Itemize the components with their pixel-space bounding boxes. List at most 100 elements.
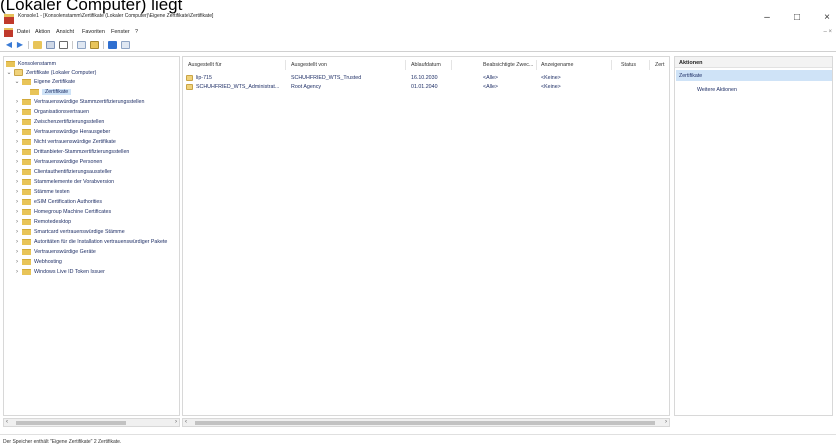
certificate-list[interactable]: Ausgestellt für Ausgestellt von Ablaufda… bbox=[182, 56, 670, 416]
menu-fenster[interactable]: Fenster bbox=[111, 29, 130, 35]
tree-item-store[interactable]: › Nicht vertrauenswürdige Zertifikate bbox=[14, 137, 116, 146]
tree-item-label: Stammelemente der Vorabversion bbox=[34, 178, 115, 185]
tree-item-zertifikate-lokal[interactable]: ⌄ Zertifikate (Lokaler Computer) bbox=[6, 68, 96, 77]
menu-bar: Datei Aktion Ansicht Favoriten Fenster ?… bbox=[0, 27, 836, 38]
menu-help[interactable]: ? bbox=[135, 29, 138, 35]
window-title: Konsole1 - [Konsolenstamm\Zertifikate (L… bbox=[18, 13, 214, 19]
column-header-ausgestellt-fuer[interactable]: Ausgestellt für bbox=[188, 62, 222, 68]
tree-item-store[interactable]: › Vertrauenswürdige Stammzertifizierungss… bbox=[14, 97, 144, 106]
tree-item-store[interactable]: › Vertrauenswürdige Geräte bbox=[14, 247, 96, 256]
column-header-ausgestellt-von[interactable]: Ausgestellt von bbox=[291, 62, 327, 68]
tree-item-store[interactable]: › Vertrauenswürdige Herausgeber bbox=[14, 127, 110, 136]
cell-zwecke: <Alle> bbox=[483, 75, 499, 81]
console-icon[interactable] bbox=[4, 28, 13, 37]
table-row[interactable]: lip-715 SCHUHFRIED_WTS_Trusted 16.10.203… bbox=[183, 75, 669, 83]
tree-item-store[interactable]: › Autoritäten für die Installation vertra… bbox=[14, 237, 167, 246]
copy-icon[interactable] bbox=[59, 41, 68, 49]
column-separator[interactable] bbox=[451, 60, 452, 70]
chevron-right-icon[interactable]: › bbox=[14, 99, 20, 105]
close-button[interactable]: × bbox=[820, 13, 834, 23]
maximize-button[interactable]: □ bbox=[790, 13, 804, 23]
cell-zwecke: <Alle> bbox=[483, 84, 499, 90]
tree-item-store[interactable]: › Windows Live ID Token Issuer bbox=[14, 267, 105, 276]
column-separator[interactable] bbox=[405, 60, 406, 70]
menu-datei[interactable]: Datei bbox=[17, 29, 30, 35]
chevron-right-icon[interactable]: › bbox=[14, 259, 20, 265]
tree-item-store[interactable]: › Smartcard vertrauenswürdige Stämme bbox=[14, 227, 125, 236]
scroll-right-icon[interactable]: › bbox=[665, 419, 667, 426]
tree-item-store[interactable]: › Stammelemente der Vorabversion bbox=[14, 177, 114, 186]
column-header-ablaufdatum[interactable]: Ablaufdatum bbox=[411, 62, 441, 68]
tree-item-label: Stämme testen bbox=[34, 188, 70, 195]
scroll-right-icon[interactable]: › bbox=[175, 419, 177, 426]
tree-item-store[interactable]: › Stämme testen bbox=[14, 187, 70, 196]
list-horizontal-scrollbar[interactable]: ‹ › bbox=[182, 418, 670, 427]
chevron-right-icon[interactable]: › bbox=[14, 249, 20, 255]
actions-pane: Aktionen Zertifikate Weitere Aktionen bbox=[674, 56, 833, 416]
scrollbar-thumb[interactable] bbox=[16, 421, 126, 425]
tree-item-store[interactable]: › Organisationsvertrauen bbox=[14, 107, 89, 116]
column-header-beabsichtigte-zwecke[interactable]: Beabsichtigte Zwec... bbox=[483, 62, 533, 68]
tree-item-store[interactable]: › Vertrauenswürdige Personen bbox=[14, 157, 102, 166]
chevron-right-icon[interactable]: › bbox=[14, 199, 20, 205]
chevron-right-icon[interactable]: › bbox=[14, 139, 20, 145]
scroll-left-icon[interactable]: ‹ bbox=[6, 419, 8, 426]
column-separator[interactable] bbox=[611, 60, 612, 70]
chevron-right-icon[interactable]: › bbox=[14, 169, 20, 175]
tree-item-store[interactable]: › Zwischenzertifizierungsstellen bbox=[14, 117, 104, 126]
show-tree-icon[interactable] bbox=[46, 41, 55, 49]
tree-item-store[interactable]: › eSIM Certification Authorities bbox=[14, 197, 102, 206]
tree-item-store[interactable]: › Clientauthentifizierungsaussteller bbox=[14, 167, 112, 176]
tree-item-eigene-zertifikate[interactable]: ⌄ Eigene Zertifikate bbox=[14, 77, 75, 86]
chevron-right-icon[interactable]: › bbox=[14, 269, 20, 275]
column-header-anzeigename[interactable]: Anzeigename bbox=[541, 62, 573, 68]
column-header-status[interactable]: Status bbox=[621, 62, 636, 68]
chevron-right-icon[interactable]: › bbox=[14, 109, 20, 115]
tree-item-konsolenstamm[interactable]: Konsolenstamm bbox=[6, 59, 56, 68]
chevron-right-icon[interactable]: › bbox=[14, 119, 20, 125]
column-separator[interactable] bbox=[536, 60, 537, 70]
chevron-right-icon[interactable]: › bbox=[14, 149, 20, 155]
tree-item-store[interactable]: › Drittanbieter-Stammzertifizierungsstell… bbox=[14, 147, 129, 156]
menu-aktion[interactable]: Aktion bbox=[35, 29, 50, 35]
chevron-right-icon[interactable]: › bbox=[14, 209, 20, 215]
chevron-right-icon[interactable]: › bbox=[14, 179, 20, 185]
back-arrow-icon[interactable]: ◀ bbox=[4, 40, 14, 50]
actions-section-zertifikate[interactable]: Zertifikate bbox=[676, 70, 832, 81]
cell-ablaufdatum: 16.10.2030 bbox=[411, 75, 438, 81]
column-separator[interactable] bbox=[649, 60, 650, 70]
console-tree[interactable]: Konsolenstamm ⌄ Zertifikate (Lokaler Com… bbox=[3, 56, 180, 416]
up-folder-icon[interactable] bbox=[33, 41, 42, 49]
tree-item-zertifikate-selected[interactable]: Zertifikate bbox=[30, 87, 72, 96]
column-header-zert[interactable]: Zert bbox=[655, 62, 664, 68]
tree-item-store[interactable]: › Webhosting bbox=[14, 257, 62, 266]
column-separator[interactable] bbox=[285, 60, 286, 70]
menu-favoriten[interactable]: Favoriten bbox=[82, 29, 105, 35]
properties-icon[interactable] bbox=[121, 41, 130, 49]
export-list-icon[interactable] bbox=[90, 41, 99, 49]
tree-item-label: Drittanbieter-Stammzertifizierungsstelle… bbox=[34, 148, 130, 155]
minimize-button[interactable]: – bbox=[760, 13, 774, 23]
child-window-controls[interactable]: – × bbox=[823, 29, 832, 35]
chevron-down-icon[interactable]: ⌄ bbox=[14, 78, 20, 85]
tree-item-label: Vertrauenswürdige Herausgeber bbox=[34, 128, 111, 135]
chevron-right-icon[interactable]: › bbox=[14, 229, 20, 235]
scroll-left-icon[interactable]: ‹ bbox=[185, 419, 187, 426]
more-actions-link[interactable]: Weitere Aktionen bbox=[697, 87, 737, 93]
refresh-icon[interactable] bbox=[77, 41, 86, 49]
scrollbar-thumb[interactable] bbox=[195, 421, 655, 425]
tree-horizontal-scrollbar[interactable]: ‹ › bbox=[3, 418, 180, 427]
help-icon[interactable] bbox=[108, 41, 117, 49]
tree-item-store[interactable]: › Homegroup Machine Certificates bbox=[14, 207, 111, 216]
table-row[interactable]: SCHUHFRIED_WTS_Administrat... Root Agenc… bbox=[183, 84, 669, 92]
chevron-right-icon[interactable]: › bbox=[14, 239, 20, 245]
chevron-right-icon[interactable]: › bbox=[14, 219, 20, 225]
chevron-right-icon[interactable]: › bbox=[14, 159, 20, 165]
chevron-right-icon[interactable]: › bbox=[14, 189, 20, 195]
tree-item-store[interactable]: › Remotedesktop bbox=[14, 217, 71, 226]
forward-arrow-icon[interactable]: ▶ bbox=[15, 40, 25, 50]
chevron-down-icon[interactable]: ⌄ bbox=[6, 69, 12, 76]
menu-ansicht[interactable]: Ansicht bbox=[56, 29, 74, 35]
tree-item-label: Clientauthentifizierungsaussteller bbox=[34, 168, 112, 175]
chevron-right-icon[interactable]: › bbox=[14, 129, 20, 135]
